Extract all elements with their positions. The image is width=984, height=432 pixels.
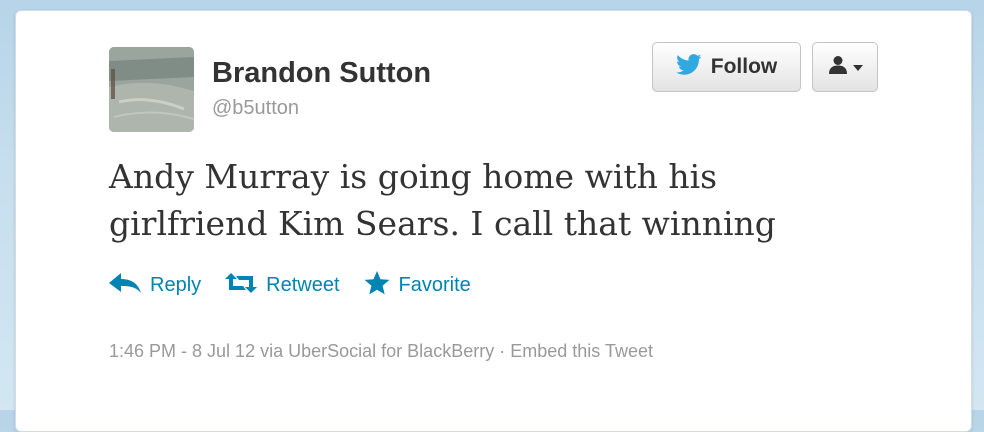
caret-down-icon (852, 58, 863, 76)
tweet-card: Brandon Sutton @b5utton Follow Andy Murr… (15, 10, 972, 432)
tweet-meta: 1:46 PM - 8 Jul 12 via UberSocial for Bl… (109, 341, 653, 362)
reply-label: Reply (150, 274, 202, 296)
follow-button[interactable]: Follow (652, 42, 801, 92)
tweet-timestamp-link[interactable]: 1:46 PM - 8 Jul 12 (109, 341, 255, 361)
user-handle[interactable]: @b5utton (212, 97, 299, 120)
avatar[interactable] (109, 47, 194, 132)
meta-separator: · (499, 341, 506, 361)
via-text: via (260, 341, 284, 361)
twitter-bird-icon (675, 53, 702, 81)
reply-action[interactable]: Reply (109, 272, 201, 299)
reply-icon (109, 272, 141, 299)
embed-tweet-link[interactable]: Embed this Tweet (510, 341, 653, 361)
user-icon (828, 55, 848, 80)
favorite-label: Favorite (398, 274, 471, 296)
user-display-name[interactable]: Brandon Sutton (212, 57, 431, 90)
user-actions-dropdown-button[interactable] (812, 42, 878, 92)
tweet-text: Andy Murray is going home with his girlf… (109, 157, 776, 243)
retweet-action[interactable]: Retweet (225, 272, 340, 299)
follow-label: Follow (710, 55, 778, 78)
client-link[interactable]: UberSocial for BlackBerry (288, 341, 494, 361)
tweet-actions: Reply Retweet Favorite (109, 270, 471, 301)
star-icon (364, 270, 390, 301)
retweet-label: Retweet (266, 274, 340, 296)
favorite-action[interactable]: Favorite (364, 270, 471, 301)
retweet-icon (225, 272, 258, 299)
